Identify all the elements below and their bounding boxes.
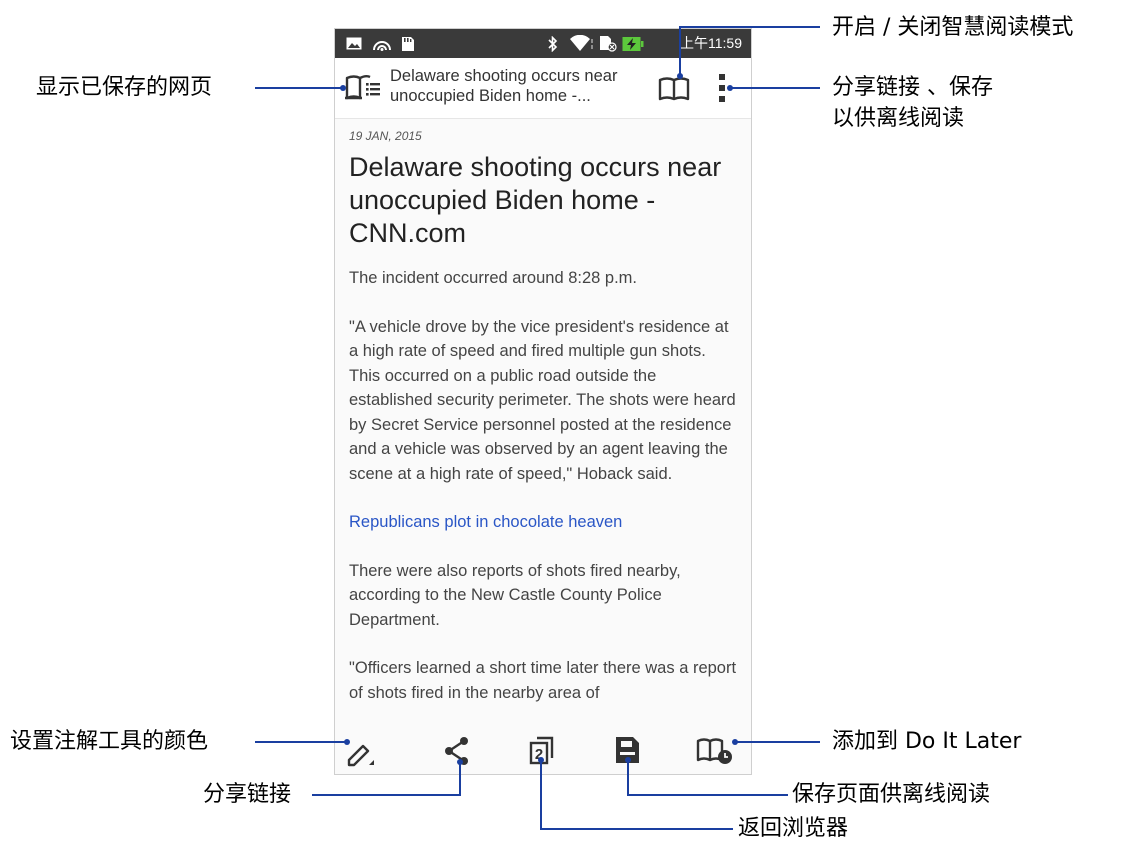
- callout-share-link: 分享链接: [203, 782, 292, 807]
- callout-share-save-line1: 分享链接 、保存: [832, 75, 993, 100]
- callout-line-share-link: [312, 762, 461, 796]
- callout-line-reading-mode: [679, 26, 820, 76]
- callout-saved-pages: 显示已保存的网页: [36, 75, 213, 100]
- callout-do-it-later: 添加到 Do It Later: [832, 729, 1022, 754]
- callout-back-browser: 返回浏览器: [738, 816, 849, 841]
- callout-reading-mode: 开启 / 关闭智慧阅读模式: [832, 15, 1074, 40]
- callout-share-save-line2: 以供离线阅读: [832, 106, 965, 131]
- callout-save-offline: 保存页面供离线阅读: [792, 782, 991, 807]
- callout-annotate-color: 设置注解工具的颜色: [10, 729, 209, 754]
- callout-line-save-offline: [627, 760, 788, 796]
